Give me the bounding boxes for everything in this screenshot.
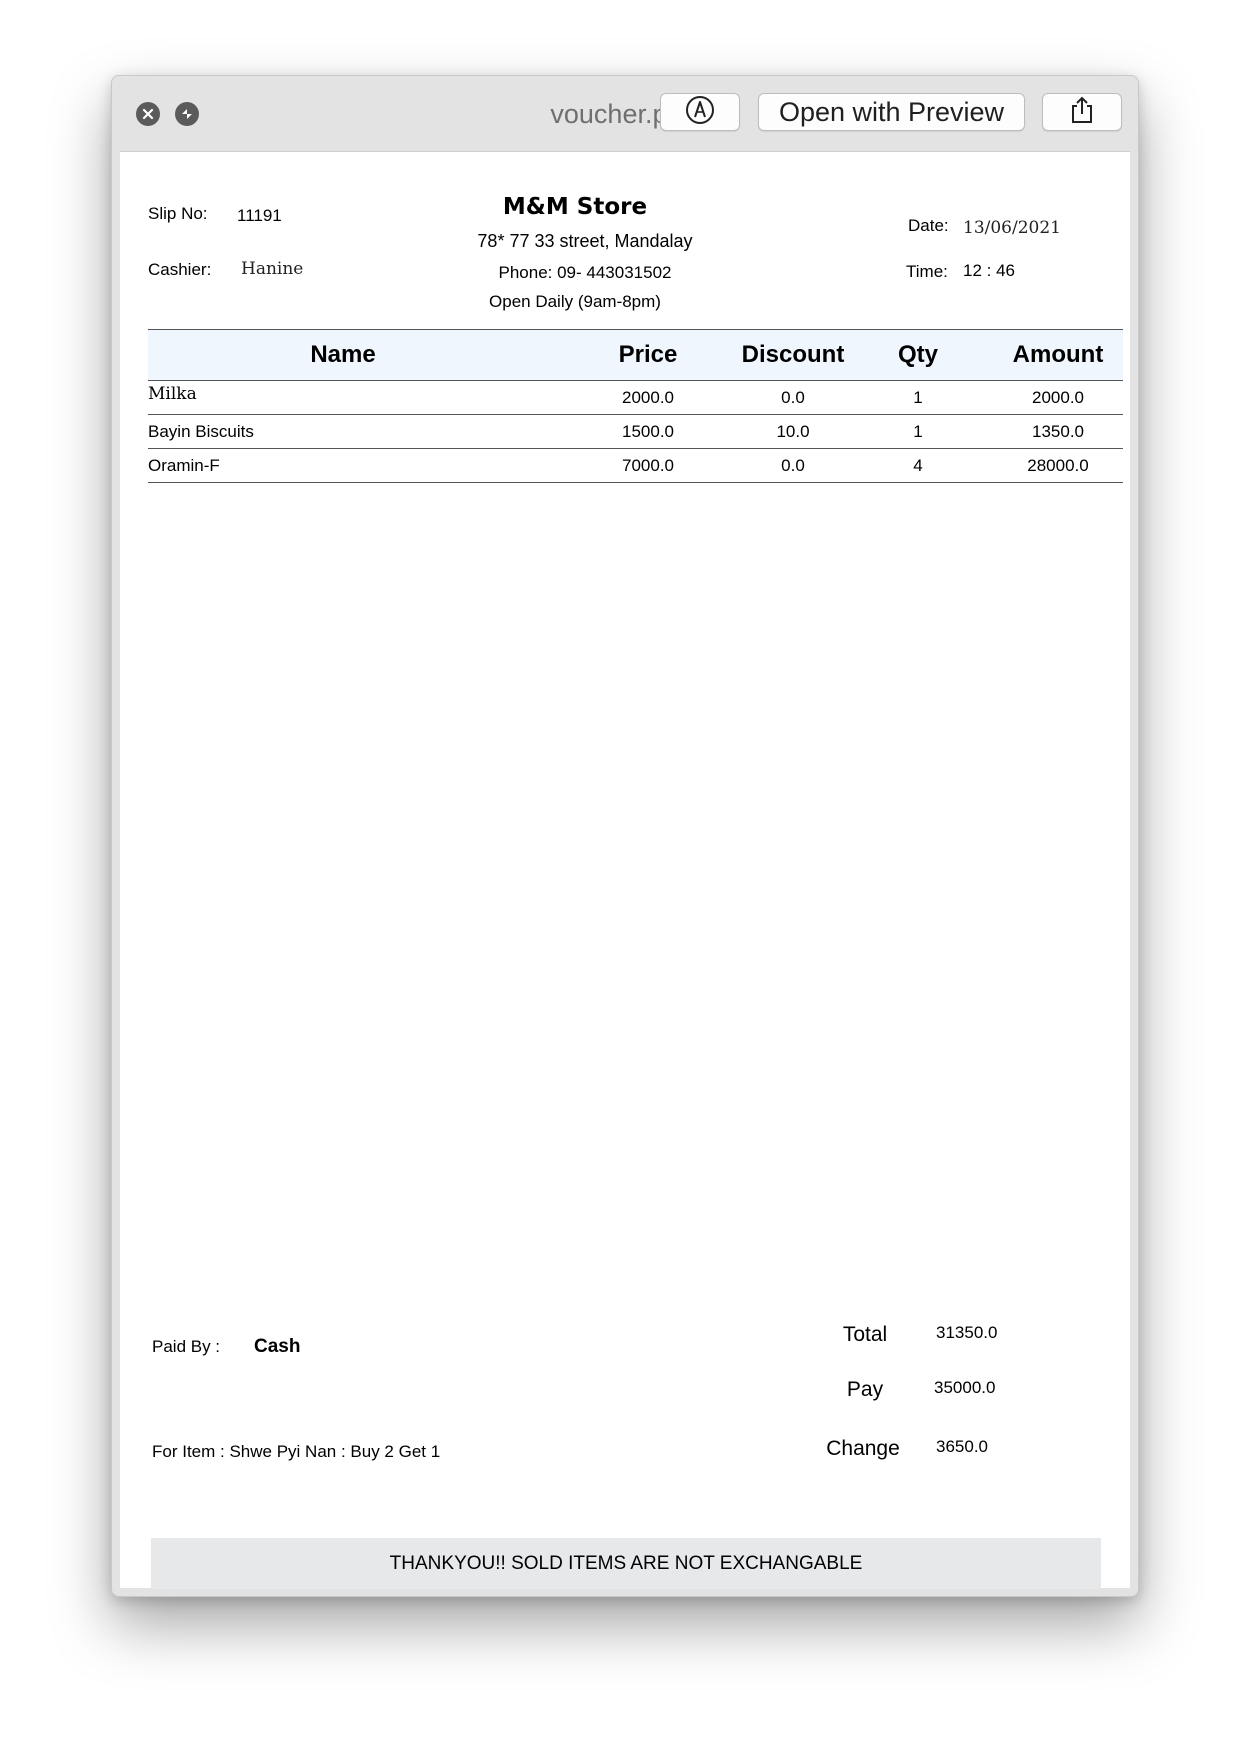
column-header-discount: Discount	[741, 341, 845, 368]
promo-note: For Item : Shwe Pyi Nan : Buy 2 Get 1	[152, 1442, 441, 1461]
pdf-page: Slip No: 11191 Cashier: Hanine M&M Store…	[120, 151, 1130, 1589]
item-amount: 2000.0	[1032, 388, 1084, 407]
item-qty: 4	[913, 456, 923, 475]
item-price: 2000.0	[622, 388, 674, 407]
slip-label: Slip No:	[148, 204, 208, 223]
share-icon	[1069, 96, 1095, 129]
minimize-icon[interactable]	[175, 102, 199, 126]
item-discount: 10.0	[776, 422, 810, 441]
markup-pen-icon	[685, 95, 715, 130]
total-label: Total	[842, 1323, 888, 1346]
item-qty: 1	[913, 422, 923, 441]
paid-by-label: Paid By :	[152, 1337, 221, 1356]
title-bar: voucher.pdf Open with Preview	[112, 76, 1138, 151]
item-price: 7000.0	[622, 456, 674, 475]
close-icon[interactable]	[136, 102, 160, 126]
item-name: Milka	[148, 384, 197, 404]
item-qty: 1	[913, 388, 923, 407]
column-header-price: Price	[618, 341, 678, 368]
pay-label: Pay	[846, 1378, 884, 1401]
date-value: 13/06/2021	[963, 218, 1061, 238]
item-amount: 1350.0	[1032, 422, 1084, 441]
share-button[interactable]	[1042, 93, 1122, 131]
change-value: 3650.0	[936, 1437, 988, 1456]
paid-by-value: Cash	[254, 1336, 301, 1357]
change-label: Change	[826, 1437, 900, 1460]
open-with-preview-button[interactable]: Open with Preview	[758, 93, 1025, 131]
total-value: 31350.0	[936, 1323, 998, 1342]
footer-note: THANKYOU!! SOLD ITEMS ARE NOT EXCHANGABL…	[151, 1538, 1101, 1589]
slip-number: 11191	[237, 206, 282, 225]
item-discount: 0.0	[781, 456, 805, 475]
item-amount: 28000.0	[1027, 456, 1089, 475]
column-header-qty: Qty	[897, 341, 938, 368]
pay-value: 35000.0	[934, 1378, 996, 1397]
store-name: M&M Store	[502, 194, 648, 220]
item-price: 1500.0	[622, 422, 674, 441]
items-table: Name Price Discount Qty Amount Milka 200…	[148, 329, 1123, 483]
table-row: Oramin-F 7000.0 0.0 4 28000.0	[148, 449, 1123, 483]
store-phone: Phone: 09- 443031502	[498, 263, 672, 282]
store-hours: Open Daily (9am-8pm)	[489, 292, 661, 311]
item-name: Bayin Biscuits	[148, 422, 254, 441]
cashier-name: Hanine	[241, 259, 304, 279]
store-address: 78* 77 33 street, Mandalay	[477, 231, 693, 251]
column-header-name: Name	[310, 341, 376, 368]
item-discount: 0.0	[781, 388, 805, 407]
table-row: Milka 2000.0 0.0 1 2000.0	[148, 381, 1123, 415]
time-label: Time:	[906, 262, 948, 281]
item-name: Oramin-F	[148, 456, 220, 475]
markup-button[interactable]	[660, 93, 740, 131]
date-label: Date:	[908, 216, 949, 235]
time-value: 12 : 46	[963, 261, 1015, 280]
quicklook-window: voucher.pdf Open with Preview Slip No: 1…	[111, 75, 1139, 1597]
column-header-amount: Amount	[1012, 341, 1104, 368]
table-header: Name Price Discount Qty Amount	[148, 329, 1123, 381]
table-row: Bayin Biscuits 1500.0 10.0 1 1350.0	[148, 415, 1123, 449]
cashier-label: Cashier:	[148, 260, 212, 279]
